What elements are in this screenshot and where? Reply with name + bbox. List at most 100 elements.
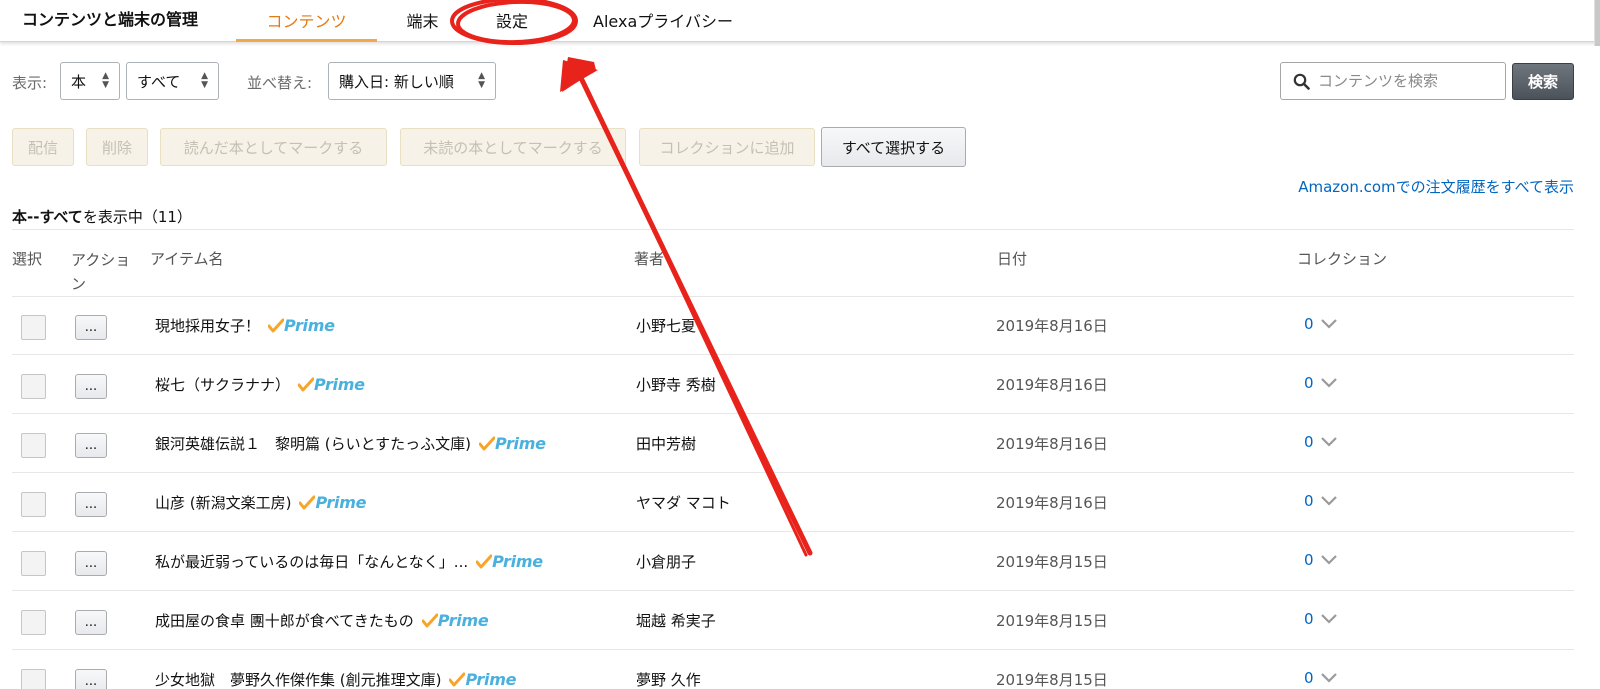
item-author: 夢野 久作 bbox=[636, 671, 701, 689]
row-action-button[interactable]: ... bbox=[75, 374, 107, 399]
column-header-author[interactable]: 著者 bbox=[634, 248, 664, 269]
collection-dropdown[interactable]: 0 bbox=[1304, 551, 1338, 569]
item-title-text: 少女地獄 夢野久作傑作集 (創元推理文庫) bbox=[155, 671, 442, 689]
add-to-collection-button[interactable]: コレクションに追加 bbox=[639, 128, 815, 166]
result-summary: 本--すべてを表示中（11） bbox=[12, 206, 192, 227]
row-action-button[interactable]: ... bbox=[75, 315, 107, 340]
row-action-button[interactable]: ... bbox=[75, 669, 107, 689]
table-row: ... 少女地獄 夢野久作傑作集 (創元推理文庫) Prime 夢野 久作 20… bbox=[12, 651, 1574, 689]
collection-count: 0 bbox=[1304, 610, 1314, 628]
select-arrows-icon: ▲ ▼ bbox=[201, 71, 208, 90]
sort-value: 購入日: 新しい順 bbox=[339, 72, 454, 91]
item-title[interactable]: 山彦 (新潟文楽工房) Prime bbox=[155, 492, 366, 513]
item-title[interactable]: 私が最近弱っているのは毎日「なんとなく」... Prime bbox=[155, 551, 543, 572]
tab-devices[interactable]: 端末 bbox=[395, 8, 450, 42]
row-checkbox[interactable] bbox=[21, 610, 46, 635]
item-author: 小野七夏 bbox=[636, 317, 697, 335]
item-date: 2019年8月15日 bbox=[996, 553, 1108, 571]
row-checkbox[interactable] bbox=[21, 669, 46, 689]
prime-badge: Prime bbox=[449, 670, 516, 689]
summary-count: を表示中（11） bbox=[82, 208, 192, 226]
column-header-collection: コレクション bbox=[1297, 250, 1388, 268]
collection-dropdown[interactable]: 0 bbox=[1304, 610, 1338, 628]
scrollbar[interactable] bbox=[1594, 0, 1600, 46]
search-button[interactable]: 検索 bbox=[1512, 63, 1574, 100]
mark-read-button[interactable]: 読んだ本としてマークする bbox=[160, 128, 387, 166]
prime-check-icon bbox=[298, 377, 315, 391]
item-title[interactable]: 銀河英雄伝説１ 黎明篇 (らいとすたっふ文庫) Prime bbox=[155, 433, 546, 454]
chevron-down-icon bbox=[1320, 437, 1337, 447]
prime-check-icon bbox=[421, 613, 438, 627]
item-title[interactable]: 桜七（サクラナナ） Prime bbox=[155, 374, 365, 395]
item-title[interactable]: 現地採用女子！ Prime bbox=[155, 315, 335, 336]
table-row: ... 成田屋の食卓 團十郎が食べてきたもの Prime 堀越 希実子 2019… bbox=[12, 592, 1574, 650]
display-scope-select[interactable]: すべて ▲ ▼ bbox=[126, 62, 219, 100]
collection-dropdown[interactable]: 0 bbox=[1304, 315, 1338, 333]
sort-select[interactable]: 購入日: 新しい順 ▲ ▼ bbox=[328, 62, 496, 100]
prime-check-icon bbox=[449, 672, 466, 686]
row-checkbox[interactable] bbox=[21, 315, 46, 340]
item-date: 2019年8月16日 bbox=[996, 435, 1108, 453]
tab-settings[interactable]: 設定 bbox=[488, 8, 536, 42]
chevron-down-icon bbox=[1320, 378, 1337, 388]
collection-count: 0 bbox=[1304, 551, 1314, 569]
prime-badge: Prime bbox=[421, 611, 489, 630]
item-author: 小倉朋子 bbox=[636, 553, 697, 571]
prime-check-icon bbox=[476, 554, 493, 568]
row-checkbox[interactable] bbox=[21, 492, 46, 517]
collection-count: 0 bbox=[1304, 433, 1314, 451]
column-header-date[interactable]: 日付 bbox=[997, 248, 1027, 269]
collection-count: 0 bbox=[1304, 315, 1314, 333]
prime-label: Prime bbox=[314, 375, 365, 394]
select-arrows-icon: ▲ ▼ bbox=[102, 71, 109, 90]
row-checkbox[interactable] bbox=[21, 551, 46, 576]
prime-check-icon bbox=[268, 318, 285, 332]
row-checkbox[interactable] bbox=[21, 374, 46, 399]
item-title[interactable]: 成田屋の食卓 團十郎が食べてきたもの Prime bbox=[155, 610, 489, 631]
mark-unread-button[interactable]: 未読の本としてマークする bbox=[400, 128, 626, 166]
item-author: 田中芳樹 bbox=[636, 435, 697, 453]
collection-dropdown[interactable]: 0 bbox=[1304, 669, 1338, 687]
select-all-button[interactable]: すべて選択する bbox=[821, 127, 966, 167]
collection-dropdown[interactable]: 0 bbox=[1304, 492, 1338, 510]
prime-label: Prime bbox=[492, 552, 543, 571]
tab-contents[interactable]: コンテンツ bbox=[236, 8, 377, 42]
column-header-item-name[interactable]: アイテム名 bbox=[150, 248, 224, 269]
row-action-button[interactable]: ... bbox=[75, 433, 107, 458]
item-author: 小野寺 秀樹 bbox=[636, 376, 716, 394]
search-box bbox=[1280, 62, 1506, 100]
search-input[interactable] bbox=[1318, 72, 1498, 90]
table-row: ... 銀河英雄伝説１ 黎明篇 (らいとすたっふ文庫) Prime 田中芳樹 2… bbox=[12, 415, 1574, 473]
column-header-select: 選択 bbox=[12, 250, 43, 268]
item-title[interactable]: 少女地獄 夢野久作傑作集 (創元推理文庫) Prime bbox=[155, 669, 516, 689]
delete-button[interactable]: 削除 bbox=[86, 128, 148, 166]
app-title: コンテンツと端末の管理 bbox=[22, 10, 199, 29]
order-history-link[interactable]: Amazon.comでの注文履歴をすべて表示 bbox=[1298, 176, 1574, 197]
sort-label: 並べ替え: bbox=[247, 74, 313, 92]
prime-badge: Prime bbox=[479, 434, 546, 453]
display-type-select[interactable]: 本 ▲ ▼ bbox=[60, 62, 120, 100]
prime-label: Prime bbox=[495, 434, 546, 453]
column-header-action: アクション bbox=[71, 251, 131, 293]
row-action-button[interactable]: ... bbox=[75, 492, 107, 517]
item-date: 2019年8月16日 bbox=[996, 494, 1108, 512]
row-action-button[interactable]: ... bbox=[75, 551, 107, 576]
display-label: 表示: bbox=[12, 74, 48, 92]
collection-dropdown[interactable]: 0 bbox=[1304, 374, 1338, 392]
tab-alexa-privacy[interactable]: Alexaプライバシー bbox=[588, 8, 738, 42]
divider bbox=[12, 229, 1574, 230]
collection-dropdown[interactable]: 0 bbox=[1304, 433, 1338, 451]
summary-category: 本--すべて bbox=[12, 208, 83, 226]
table-row: ... 私が最近弱っているのは毎日「なんとなく」... Prime 小倉朋子 2… bbox=[12, 533, 1574, 591]
row-action-button[interactable]: ... bbox=[75, 610, 107, 635]
item-title-text: 銀河英雄伝説１ 黎明篇 (らいとすたっふ文庫) bbox=[155, 435, 472, 453]
prime-badge: Prime bbox=[298, 375, 365, 394]
item-title-text: 成田屋の食卓 團十郎が食べてきたもの bbox=[155, 612, 414, 630]
deliver-button[interactable]: 配信 bbox=[12, 128, 74, 166]
item-title-text: 私が最近弱っているのは毎日「なんとなく」... bbox=[155, 553, 469, 571]
prime-label: Prime bbox=[437, 611, 489, 630]
item-date: 2019年8月15日 bbox=[996, 612, 1108, 630]
item-author: ヤマダ マコト bbox=[636, 494, 731, 512]
row-checkbox[interactable] bbox=[21, 433, 46, 458]
item-title-text: 山彦 (新潟文楽工房) bbox=[155, 494, 292, 512]
